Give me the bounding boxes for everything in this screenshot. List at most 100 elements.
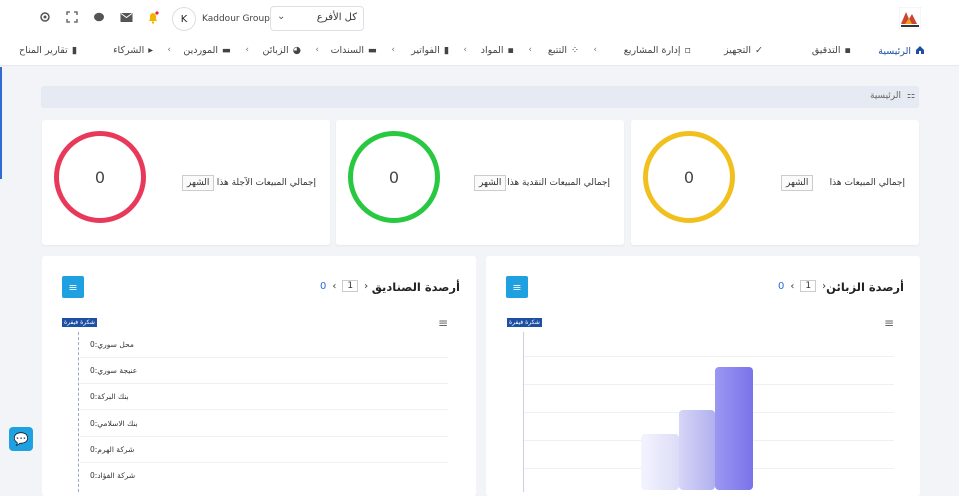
- chevron-icon: ›: [315, 45, 319, 55]
- total-count: 0: [778, 280, 785, 292]
- user-name: Kaddour Group: [202, 14, 270, 24]
- partners-icon: ▸: [148, 45, 153, 56]
- card-credit-sales: 0 إجمالي المبيعات الآجلة هذا الشهر: [42, 120, 330, 245]
- nav-item-reports[interactable]: ▮ تقارير المناح: [19, 45, 77, 56]
- nav-item-invoices[interactable]: ▮ الفواتير: [411, 45, 449, 56]
- boxes-balance-panel: أرصدة الصناديق 0 ‹ 1 › ≡ ≡ شكرة فيفرة مح…: [42, 256, 476, 496]
- nav-item-projects[interactable]: ▫ إدارة المشاريع: [624, 45, 691, 56]
- nav-item-customers[interactable]: ◕ الزبائن: [263, 45, 302, 56]
- mail-icon[interactable]: [119, 10, 133, 24]
- card-period[interactable]: الشهر: [474, 175, 507, 191]
- card-period[interactable]: الشهر: [182, 175, 215, 191]
- nav-item-label: الموردين: [183, 45, 219, 56]
- grid-line: [80, 462, 448, 463]
- bell-icon[interactable]: [146, 10, 160, 24]
- chat-icon[interactable]: [92, 10, 106, 24]
- filter-icon: ≡: [512, 280, 522, 294]
- nav-item-label: السندات: [330, 45, 365, 56]
- nav-item-label: تقارير المناح: [19, 45, 68, 56]
- cash-ring: 0: [348, 131, 440, 223]
- branch-select-value: كل الأفرع: [316, 12, 357, 23]
- chevron-right-icon[interactable]: ›: [364, 281, 368, 292]
- nav-item-label: إدارة المشاريع: [623, 45, 681, 56]
- chart-legend: شكرة فيفرة: [62, 318, 97, 327]
- nav-item-label: الزبائن: [262, 45, 289, 56]
- fullscreen-icon[interactable]: [65, 10, 79, 24]
- page-number[interactable]: 1: [342, 280, 359, 292]
- breadcrumb-icon: ⚏: [906, 91, 915, 101]
- reports-icon: ▮: [71, 45, 77, 56]
- panel-title: أرصدة الزبائن: [826, 280, 904, 294]
- grid-line: [524, 384, 894, 385]
- card-label: إجمالي المبيعات هذا: [829, 178, 905, 188]
- nav-item-label: الشركاء: [113, 45, 145, 56]
- projects-icon: ▫: [684, 45, 691, 56]
- box-row-label: بنك الاسلامي:0: [90, 419, 138, 428]
- invoices-icon: ▮: [443, 45, 449, 56]
- empty-chart-illustration-bar: [641, 434, 679, 490]
- sidebar-indicator: [0, 67, 2, 179]
- chat-bubble-icon: 💬: [13, 432, 29, 446]
- grid-line: [80, 357, 448, 358]
- grid-line: [80, 436, 448, 437]
- app-logo[interactable]: [898, 6, 922, 30]
- grid-line: [80, 409, 448, 410]
- chart-axis: [78, 332, 80, 492]
- grid-line: [80, 383, 448, 384]
- avatar: K: [172, 7, 196, 31]
- nav-item-label: الرئيسية: [878, 46, 911, 57]
- vouchers-icon: ▬: [368, 45, 377, 56]
- card-period[interactable]: الشهر: [781, 175, 814, 191]
- user-menu[interactable]: K Kaddour Group: [172, 7, 270, 31]
- chevron-down-icon: ⌄: [277, 11, 286, 22]
- card-label: إجمالي المبيعات النقدية هذا: [507, 178, 610, 188]
- nav-item-label: التدقيق: [811, 45, 841, 56]
- nav-item-preparation[interactable]: ✓ التجهيز: [724, 45, 763, 56]
- nav-item-label: المواد: [480, 45, 504, 56]
- top-icons: [38, 10, 160, 24]
- nav-item-tracking[interactable]: ⁘ التتبع: [548, 45, 579, 56]
- box-row-label: شركة الهرم:0: [90, 445, 135, 454]
- sales-ring: 0: [643, 131, 735, 223]
- materials-icon: ▪: [507, 45, 514, 56]
- empty-chart-illustration-bar: [679, 410, 715, 490]
- box-row-label: عنيجة سوري:0: [90, 366, 138, 375]
- support-chat-button[interactable]: 💬: [9, 427, 33, 451]
- nav-item-suppliers[interactable]: ▬ الموردين: [183, 45, 231, 56]
- nav-item-label: التتبع: [547, 45, 568, 56]
- card-cash-sales: 0 إجمالي المبيعات النقدية هذا الشهر: [336, 120, 624, 245]
- nav-item-partners[interactable]: ▸ الشركاء: [113, 45, 153, 56]
- nav-item-label: الفواتير: [411, 45, 440, 56]
- suppliers-icon: ▬: [222, 45, 231, 56]
- panel-title: أرصدة الصناديق: [371, 280, 460, 294]
- box-row-label: محل سوري:0: [90, 340, 134, 349]
- chevron-right-icon[interactable]: ›: [822, 281, 826, 292]
- filter-button[interactable]: ≡: [62, 276, 84, 298]
- chart-menu-icon[interactable]: ≡: [884, 316, 894, 330]
- breadcrumb-label[interactable]: الرئيسية: [870, 91, 901, 101]
- chevron-left-icon[interactable]: ‹: [790, 281, 794, 292]
- box-row-label: بنك البركة:0: [90, 392, 129, 401]
- customers-icon: ◕: [292, 45, 301, 56]
- nav-item-label: التجهيز: [724, 45, 752, 56]
- pager: 0 ‹ 1 ›: [778, 280, 826, 292]
- audit-icon: ▪: [844, 45, 851, 56]
- chevron-left-icon[interactable]: ‹: [332, 281, 336, 292]
- nav-item-vouchers[interactable]: ▬ السندات: [331, 45, 377, 56]
- filter-button[interactable]: ≡: [506, 276, 528, 298]
- grid-line: [524, 356, 894, 357]
- breadcrumb: ⚏ الرئيسية: [41, 86, 919, 108]
- nav-item-audit[interactable]: ▪ التدقيق: [812, 45, 851, 56]
- branch-select[interactable]: كل الأفرع ⌄: [270, 6, 364, 31]
- empty-chart-illustration-bar: [715, 367, 753, 490]
- page-number[interactable]: 1: [800, 280, 817, 292]
- chevron-icon: ›: [167, 45, 171, 55]
- customers-balance-panel: أرصدة الزبائن 0 ‹ 1 › ≡ ≡ شكرة فيفرة: [486, 256, 920, 496]
- nav-item-home[interactable]: الرئيسية: [878, 45, 925, 58]
- chevron-icon: ›: [593, 45, 597, 55]
- card-value: 0: [683, 167, 695, 187]
- chart-menu-icon[interactable]: ≡: [438, 316, 448, 330]
- nav-item-materials[interactable]: ▪ المواد: [481, 45, 514, 56]
- settings-icon[interactable]: [38, 10, 52, 24]
- filter-icon: ≡: [68, 280, 78, 294]
